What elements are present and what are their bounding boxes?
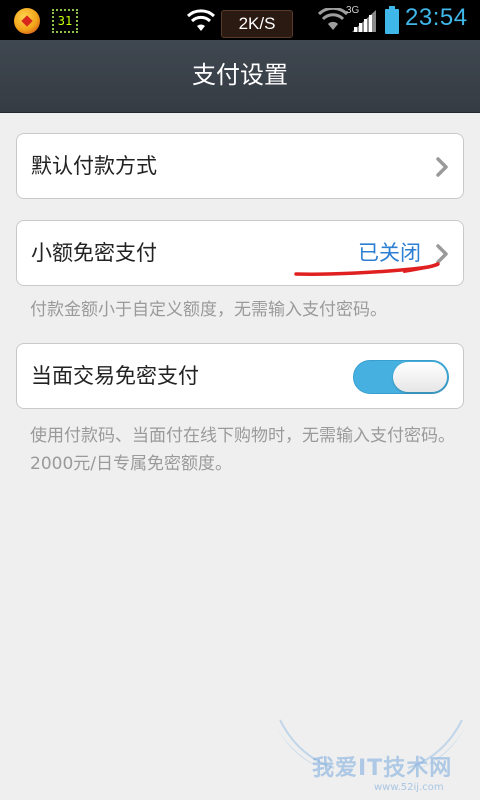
chevron-right-icon (436, 157, 448, 177)
face-to-face-hint: 使用付款码、当面付在线下购物时，无需输入支付密码。2000元/日专属免密额度。 (30, 426, 455, 474)
screen: 31 2K/S 3G 23:54 支付设置 默认付款方式 小额免密支付 已关闭 … (0, 0, 480, 800)
title-bar: 支付设置 (0, 40, 480, 113)
small-amount-label: 小额免密支付 (31, 241, 157, 265)
watermark-url: www.52ij.com (374, 782, 444, 793)
toggle-knob (393, 362, 447, 392)
app-notification-icon (14, 8, 40, 34)
page-title: 支付设置 (192, 61, 288, 89)
battery-icon (385, 6, 399, 34)
watermark-text: 我爱IT技术网 (312, 756, 453, 781)
face-to-face-toggle[interactable] (353, 360, 449, 394)
face-to-face-payment-row: 当面交易免密支付 (16, 343, 464, 409)
net-speed-indicator: 2K/S (221, 10, 293, 38)
wifi-signal-icon (318, 8, 348, 30)
watermark: 我爱IT技术网 www.52ij.com (262, 712, 480, 800)
default-payment-row[interactable]: 默认付款方式 (16, 133, 464, 199)
default-payment-label: 默认付款方式 (31, 154, 157, 178)
signal-icon (352, 10, 376, 32)
status-bar: 31 2K/S 3G 23:54 (0, 0, 480, 40)
small-amount-hint: 付款金额小于自定义额度，无需输入支付密码。 (30, 300, 387, 320)
face-to-face-label: 当面交易免密支付 (31, 364, 199, 388)
calendar-icon: 31 (52, 9, 78, 33)
clock: 23:54 (405, 4, 468, 31)
annotation-underline (294, 262, 440, 276)
wifi-icon (186, 9, 216, 31)
